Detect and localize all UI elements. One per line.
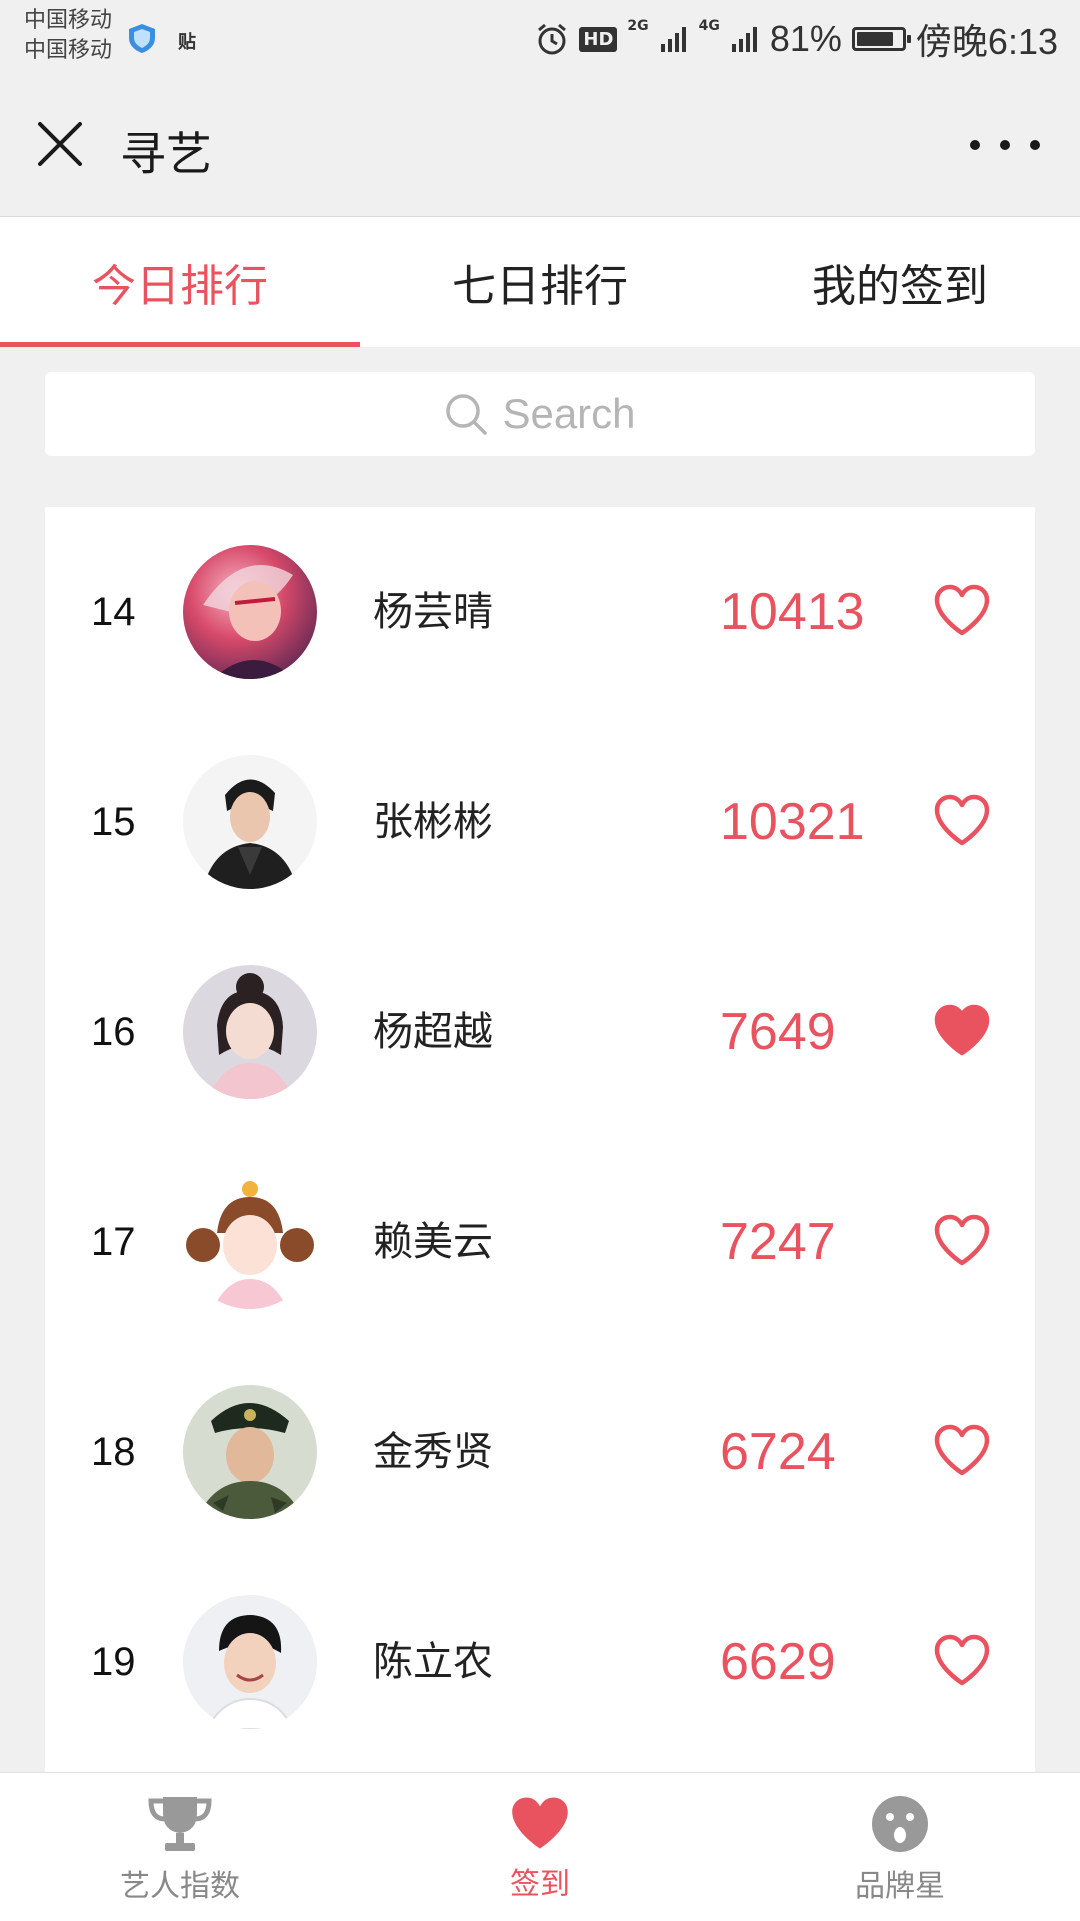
heart-icon[interactable] <box>933 583 991 637</box>
score-value: 10321 <box>720 793 865 851</box>
avatar[interactable] <box>183 1175 317 1309</box>
trophy-icon <box>148 1797 212 1851</box>
rank-number: 16 <box>91 1010 136 1054</box>
battery-percent: 81% <box>769 18 842 59</box>
face-icon <box>872 1796 928 1852</box>
search-input[interactable]: Search <box>45 372 1035 456</box>
dot-icon <box>1030 140 1040 150</box>
nav-brand-star[interactable]: 品牌星 <box>720 1773 1080 1921</box>
sticker-status-icon: 贴 <box>178 32 196 53</box>
heart-icon[interactable] <box>933 793 991 847</box>
avatar[interactable] <box>183 755 317 889</box>
nav-artist-index[interactable]: 艺人指数 <box>0 1773 360 1921</box>
avatar[interactable] <box>183 1385 317 1519</box>
alarm-icon <box>538 23 567 55</box>
page-title: 寻艺 <box>120 127 212 181</box>
ranking-row[interactable]: 14 杨芸晴 10413 <box>45 507 1035 717</box>
nav-label: 艺人指数 <box>120 1869 240 1904</box>
heart-icon[interactable] <box>933 1633 991 1687</box>
heart-icon[interactable] <box>933 1423 991 1477</box>
nav-label: 签到 <box>510 1867 570 1902</box>
shield-icon <box>129 24 155 53</box>
heart-icon[interactable] <box>933 1003 991 1057</box>
search-icon <box>446 394 488 435</box>
signal-icon <box>731 27 757 52</box>
rank-number: 19 <box>91 1640 136 1684</box>
bottom-nav: 艺人指数 签到 品牌星 <box>0 1772 1080 1921</box>
battery-icon <box>851 27 911 51</box>
artist-name: 陈立农 <box>373 1639 493 1685</box>
artist-name: 金秀贤 <box>373 1429 493 1475</box>
more-menu-button[interactable] <box>970 130 1040 160</box>
ranking-row[interactable]: 16 杨超越 7649 <box>45 927 1035 1137</box>
tab-bar: 今日排行 七日排行 我的签到 <box>0 217 1080 347</box>
carrier-label-1: 中国移动 <box>24 8 113 33</box>
rank-number: 15 <box>91 800 136 844</box>
dot-icon <box>970 140 980 150</box>
ranking-row[interactable]: 19 陈立农 6629 <box>45 1557 1035 1767</box>
network-4g-label: 4G <box>698 18 720 34</box>
ranking-row[interactable]: 15 张彬彬 10321 <box>45 717 1035 927</box>
avatar[interactable] <box>183 1595 317 1729</box>
score-value: 6629 <box>720 1633 836 1691</box>
heart-icon[interactable] <box>933 1213 991 1267</box>
score-value: 7649 <box>720 1003 836 1061</box>
nav-label: 品牌星 <box>855 1869 945 1904</box>
rank-number: 18 <box>91 1430 136 1474</box>
avatar[interactable] <box>183 545 317 679</box>
clock: 傍晚6:13 <box>915 21 1058 62</box>
dot-icon <box>1000 140 1010 150</box>
artist-name: 杨超越 <box>373 1009 493 1055</box>
signal-icon <box>660 27 686 52</box>
rank-number: 17 <box>91 1220 136 1264</box>
hd-badge: HD <box>579 26 618 52</box>
rank-number: 14 <box>91 590 136 634</box>
close-icon[interactable] <box>30 114 90 174</box>
tab-my-checkin[interactable]: 我的签到 <box>720 217 1080 347</box>
avatar[interactable] <box>183 965 317 1099</box>
battery-level <box>856 32 893 46</box>
tab-seven-day-ranking[interactable]: 七日排行 <box>360 217 720 347</box>
artist-name: 杨芸晴 <box>373 589 493 635</box>
status-right: HD 2G 4G 81% 傍晚6:13 <box>535 14 1058 64</box>
carrier-label-2: 中国移动 <box>24 38 113 63</box>
search-placeholder: Search <box>502 390 636 437</box>
ranking-list: 14 杨芸晴 10413 15 张彬彬 10321 16 杨超越 7649 17… <box>45 507 1035 1772</box>
nav-checkin[interactable]: 签到 <box>360 1773 720 1921</box>
ranking-row[interactable]: 18 金秀贤 6724 <box>45 1347 1035 1557</box>
score-value: 6724 <box>720 1423 836 1481</box>
score-value: 10413 <box>720 583 865 641</box>
network-2g-label: 2G <box>627 18 649 34</box>
tab-today-ranking[interactable]: 今日排行 <box>0 217 360 347</box>
status-bar: 中国移动 中国移动 贴 HD 2G 4G 81% 傍晚6:13 <box>0 0 1080 80</box>
title-bar: 寻艺 <box>0 80 1080 217</box>
ranking-row[interactable]: 17 赖美云 7247 <box>45 1137 1035 1347</box>
artist-name: 张彬彬 <box>373 799 493 845</box>
artist-name: 赖美云 <box>373 1219 493 1265</box>
score-value: 7247 <box>720 1213 836 1271</box>
heart-icon <box>512 1797 568 1849</box>
